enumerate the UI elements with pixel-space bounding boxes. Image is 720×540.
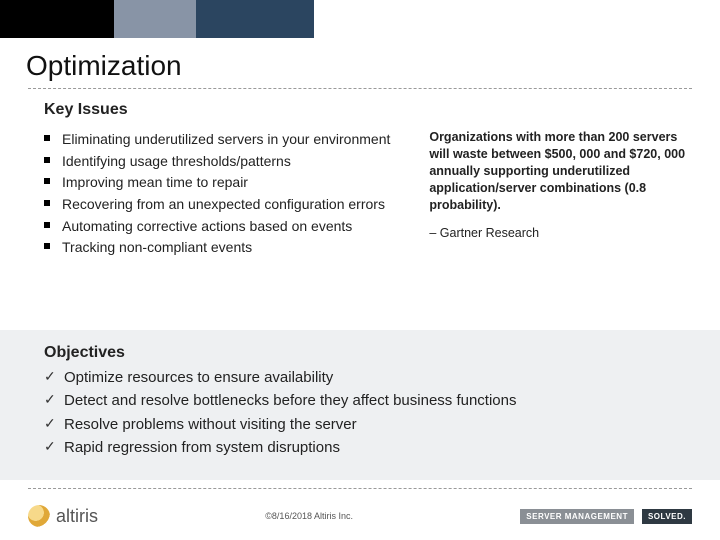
list-item: Optimize resources to ensure availabilit… <box>44 366 692 389</box>
title-bar <box>0 0 720 38</box>
tb-block-navy <box>196 0 314 38</box>
list-item: Identifying usage thresholds/patterns <box>44 151 399 173</box>
key-issues-list: Eliminating underutilized servers in you… <box>44 129 399 259</box>
list-item: Automating corrective actions based on e… <box>44 216 399 238</box>
brand-name: altiris <box>56 506 98 527</box>
list-item: Resolve problems without visiting the se… <box>44 413 692 436</box>
list-item: Eliminating underutilized servers in you… <box>44 129 399 151</box>
footer: altiris ©8/16/2018 Altiris Inc. SERVER M… <box>0 493 720 539</box>
page-title: Optimization <box>26 50 692 82</box>
divider-bottom <box>28 488 692 489</box>
altiris-logo: altiris <box>28 505 98 527</box>
key-issues-heading: Key Issues <box>44 101 692 119</box>
objectives-list: Optimize resources to ensure availabilit… <box>44 366 692 459</box>
list-item: Recovering from an unexpected configurat… <box>44 194 399 216</box>
copyright: ©8/16/2018 Altiris Inc. <box>98 511 520 521</box>
tb-block-black <box>0 0 114 38</box>
objectives-band: Objectives Optimize resources to ensure … <box>0 330 720 480</box>
logo-mark-icon <box>28 505 50 527</box>
list-item: Detect and resolve bottlenecks before th… <box>44 389 692 412</box>
callout-attribution: – Gartner Research <box>429 225 692 242</box>
list-item: Tracking non-compliant events <box>44 237 399 259</box>
tb-block-white <box>314 0 720 38</box>
callout-text: Organizations with more than 200 servers… <box>429 129 692 213</box>
objectives-heading: Objectives <box>44 344 692 362</box>
divider-top <box>28 88 692 89</box>
tb-block-slate <box>114 0 196 38</box>
solved-badge: SOLVED. <box>642 509 692 524</box>
server-management-badge: SERVER MANAGEMENT <box>520 509 634 524</box>
list-item: Improving mean time to repair <box>44 172 399 194</box>
list-item: Rapid regression from system disruptions <box>44 436 692 459</box>
